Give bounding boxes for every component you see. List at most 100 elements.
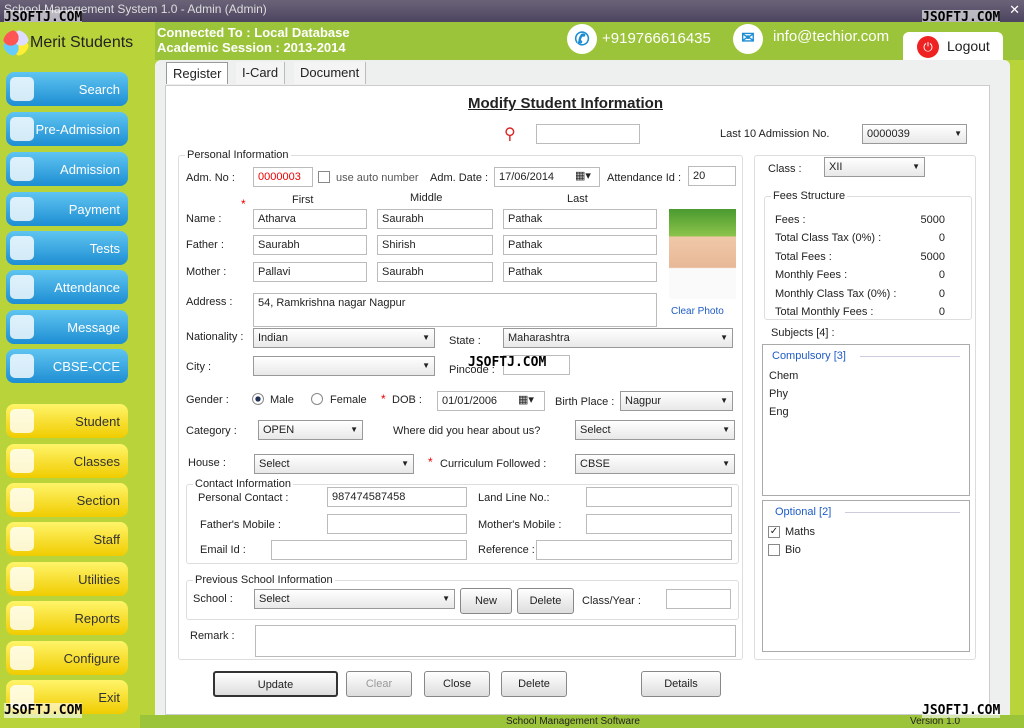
clear-button[interactable]: Clear	[346, 671, 412, 697]
tab-register[interactable]: Register	[166, 62, 229, 84]
last10-select[interactable]: 0000039	[862, 124, 967, 144]
father-last-input[interactable]: Pathak	[503, 235, 657, 255]
mother-last-input[interactable]: Pathak	[503, 262, 657, 282]
form-icon	[10, 157, 34, 181]
fee-row: Total Monthly Fees : 0	[775, 303, 945, 321]
category-select[interactable]: OPEN	[258, 420, 363, 440]
sidebar-item-tests[interactable]: Tests	[6, 231, 128, 265]
state-label: State :	[449, 335, 481, 347]
fee-row: Monthly Class Tax (0%) : 0	[775, 285, 945, 303]
class-select[interactable]: XII	[824, 157, 925, 177]
sidebar-item-admission[interactable]: Admission	[6, 152, 128, 186]
delete-school-button[interactable]: Delete	[517, 588, 574, 614]
personal-contact-input[interactable]: 987474587458	[327, 487, 467, 507]
sidebar-item-utilities[interactable]: Utilities	[6, 562, 128, 596]
logout-button[interactable]: ⏻ Logout	[903, 32, 1003, 60]
birthplace-select[interactable]: Nagpur	[620, 391, 733, 411]
sidebar-item-attendance[interactable]: Attendance	[6, 270, 128, 304]
male-radio[interactable]	[252, 393, 264, 405]
page-title: Modify Student Information	[468, 95, 663, 112]
calendar-icon[interactable]: ▦▾	[518, 393, 534, 406]
sidebar-item-pre-admission[interactable]: Pre-Admission	[6, 112, 128, 146]
email-label: Email Id :	[200, 544, 246, 556]
mother-first-input[interactable]: Pallavi	[253, 262, 367, 282]
sidebar-item-classes[interactable]: Classes	[6, 444, 128, 478]
attendance-input[interactable]: 20	[688, 166, 736, 186]
landline-input[interactable]	[586, 487, 732, 507]
sidebar-label: Reports	[74, 611, 120, 626]
father-first-input[interactable]: Saurabh	[253, 235, 367, 255]
auto-number-checkbox[interactable]	[318, 171, 330, 183]
bio-checkbox[interactable]	[768, 544, 780, 556]
state-select[interactable]: Maharashtra	[503, 328, 733, 348]
middle-name-input[interactable]: Saurabh	[377, 209, 493, 229]
subject-item[interactable]: Phy	[769, 388, 788, 400]
tab-document[interactable]: Document	[294, 62, 367, 84]
clear-photo-link[interactable]: Clear Photo	[671, 306, 724, 317]
curriculum-select[interactable]: CBSE	[575, 454, 735, 474]
close-button[interactable]: Close	[424, 671, 490, 697]
reference-input[interactable]	[536, 540, 732, 560]
search-input[interactable]	[536, 124, 640, 144]
power-icon: ⏻	[917, 36, 939, 58]
optional-list[interactable]	[762, 500, 970, 652]
city-select[interactable]	[253, 356, 435, 376]
father-label: Father :	[186, 239, 224, 251]
students-icon	[10, 409, 34, 433]
nationality-select[interactable]: Indian	[253, 328, 435, 348]
sidebar-item-reports[interactable]: Reports	[6, 601, 128, 635]
col-middle: Middle	[410, 192, 443, 204]
sidebar-item-staff[interactable]: Staff	[6, 522, 128, 556]
father-middle-input[interactable]: Shirish	[377, 235, 493, 255]
sidebar-item-student[interactable]: Student	[6, 404, 128, 438]
fee-value: 5000	[920, 214, 945, 226]
gender-label: Gender :	[186, 394, 229, 406]
close-window-icon[interactable]: ✕	[1009, 2, 1020, 18]
connection-status: Connected To : Local Database	[157, 25, 350, 40]
details-button[interactable]: Details	[641, 671, 721, 697]
calendar-icon[interactable]: ▦▾	[575, 169, 591, 182]
adm-no-input[interactable]: 0000003	[253, 167, 313, 187]
sidebar-item-configure[interactable]: Configure	[6, 641, 128, 675]
subject-item[interactable]: Chem	[769, 370, 798, 382]
new-school-button[interactable]: New	[460, 588, 512, 614]
sidebar-item-cbse-cce[interactable]: CBSE-CCE	[6, 349, 128, 383]
fee-label: Fees :	[775, 214, 806, 226]
hear-about-select[interactable]: Select	[575, 420, 735, 440]
sidebar-item-message[interactable]: Message	[6, 310, 128, 344]
sidebar-label: Staff	[93, 532, 120, 547]
maths-checkbox[interactable]: ✓	[768, 526, 780, 538]
sidebar-item-section[interactable]: Section	[6, 483, 128, 517]
watermark: JSOFTJ.COM	[4, 703, 83, 718]
fee-label: Monthly Class Tax (0%) :	[775, 287, 897, 300]
fees-structure-title: Fees Structure	[771, 190, 848, 202]
fee-value: 5000	[920, 250, 945, 263]
female-label: Female	[330, 394, 367, 406]
school-select[interactable]: Select	[254, 589, 455, 609]
subject-item[interactable]: Eng	[769, 406, 789, 418]
email-input[interactable]	[271, 540, 467, 560]
tab-icard[interactable]: I-Card	[236, 62, 286, 84]
first-name-input[interactable]: Atharva	[253, 209, 367, 229]
personal-info-title: Personal Information	[185, 149, 291, 161]
house-select[interactable]: Select	[254, 454, 414, 474]
sidebar-item-payment[interactable]: Payment	[6, 192, 128, 226]
address-input[interactable]: 54, Ramkrishna nagar Nagpur	[253, 293, 657, 327]
address-label: Address :	[186, 296, 233, 308]
last-name-input[interactable]: Pathak	[503, 209, 657, 229]
class-year-input[interactable]	[666, 589, 731, 609]
update-button[interactable]: Update	[213, 671, 338, 697]
female-radio[interactable]	[311, 393, 323, 405]
compulsory-list[interactable]	[762, 344, 970, 496]
email-address[interactable]: info@techior.com	[773, 28, 889, 45]
fee-row: Fees : 5000	[775, 211, 945, 229]
mother-mobile-input[interactable]	[586, 514, 732, 534]
delete-button[interactable]: Delete	[501, 671, 567, 697]
gear-icon	[10, 646, 34, 670]
father-mobile-input[interactable]	[327, 514, 467, 534]
house-label: House :	[188, 457, 226, 469]
sidebar-item-search[interactable]: Search	[6, 72, 128, 106]
remark-input[interactable]	[255, 625, 736, 657]
search-icon[interactable]: ⚲	[504, 124, 516, 144]
mother-middle-input[interactable]: Saurabh	[377, 262, 493, 282]
